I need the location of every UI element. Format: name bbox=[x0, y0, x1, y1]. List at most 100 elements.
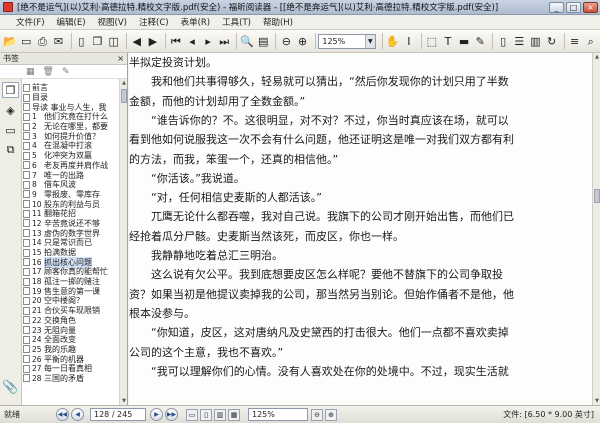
facing-icon[interactable]: ▥ bbox=[528, 33, 542, 50]
last-page-button[interactable]: ▶▶ bbox=[165, 408, 178, 421]
single-page-view-icon[interactable]: ▭ bbox=[186, 408, 198, 421]
zoom-out-icon[interactable]: ⊖ bbox=[279, 33, 293, 50]
attachments-tab[interactable]: ⧉ bbox=[2, 142, 19, 158]
bookmark-page-icon bbox=[23, 103, 30, 112]
zoom-in-icon[interactable]: ⊕ bbox=[295, 33, 309, 50]
menu-form[interactable]: 表单(R) bbox=[181, 16, 211, 28]
scroll-down-icon[interactable]: ▼ bbox=[120, 397, 128, 405]
email-icon[interactable]: ✉ bbox=[51, 33, 65, 50]
rename-bookmark-icon[interactable]: ✎ bbox=[62, 67, 70, 77]
single-page-icon[interactable]: ▯ bbox=[496, 33, 510, 50]
minimize-button[interactable]: _ bbox=[549, 1, 564, 13]
paperclip-icon[interactable]: 📎 bbox=[2, 380, 18, 395]
bookmark-page-icon bbox=[23, 296, 30, 305]
bookmark-page-icon bbox=[23, 141, 30, 150]
document-text-line: 我和他们共事得够久，轻易就可以猜出，“然后你发现你的计划只用了半数 bbox=[151, 75, 509, 89]
chevron-down-icon[interactable]: ▼ bbox=[364, 34, 375, 48]
app-icon bbox=[3, 2, 13, 12]
first-page-button[interactable]: ◀◀ bbox=[56, 408, 69, 421]
layers-tab[interactable]: ▭ bbox=[2, 122, 19, 138]
pages-tab[interactable]: ◈ bbox=[2, 102, 19, 118]
status-zoom-field[interactable]: 125% bbox=[248, 408, 308, 421]
document-text-line: 半拟定投资计划。 bbox=[129, 56, 217, 69]
prev-page-icon[interactable]: ◂ bbox=[185, 33, 199, 50]
bookmark-number: 8 bbox=[32, 180, 37, 190]
last-page-icon[interactable]: ⏭ bbox=[217, 33, 231, 50]
bookmark-number: 20 bbox=[32, 296, 42, 306]
menu-tools[interactable]: 工具(T) bbox=[222, 16, 251, 28]
expand-bookmarks-icon[interactable]: ▦ bbox=[26, 67, 35, 77]
bookmark-number: 11 bbox=[32, 209, 42, 219]
snapshot-icon[interactable]: ⬚ bbox=[425, 33, 439, 50]
close-panel-icon[interactable]: × bbox=[117, 54, 124, 63]
bookmarks-tab[interactable]: ❐ bbox=[2, 82, 19, 98]
toolbar-separator bbox=[164, 33, 166, 49]
bookmark-page-icon bbox=[23, 229, 30, 238]
page-thumbnail-icon[interactable]: ▤ bbox=[256, 33, 270, 50]
continuous-icon[interactable]: ☰ bbox=[512, 33, 526, 50]
toolbar-separator bbox=[381, 33, 383, 49]
bookmark-page-icon bbox=[23, 219, 30, 228]
menu-help[interactable]: 帮助(H) bbox=[263, 16, 293, 28]
blank-page-icon[interactable]: ▯ bbox=[74, 33, 88, 50]
note-icon[interactable]: ✎ bbox=[473, 33, 487, 50]
bookmark-panel: 书签 × ▦ 🗑 ✎ ❐ ◈ ▭ ⧉ 前言 目录 导读 事业与人生，我 1 他们究竟在打… bbox=[0, 53, 128, 405]
convert-icon[interactable]: ◫ bbox=[107, 33, 121, 50]
toolbar-separator bbox=[70, 33, 72, 49]
save-icon[interactable]: ▭ bbox=[19, 33, 33, 50]
status-zoom-in-icon[interactable]: ⊕ bbox=[325, 408, 337, 421]
magnifier-icon[interactable]: 🔍 bbox=[240, 33, 254, 50]
back-arrow-icon[interactable]: ◀ bbox=[130, 33, 144, 50]
doc-scroll-up-icon[interactable]: ▲ bbox=[593, 53, 600, 61]
delete-bookmark-icon[interactable]: 🗑 bbox=[43, 67, 54, 77]
menu-edit[interactable]: 编辑(E) bbox=[57, 16, 86, 28]
document-scrollbar[interactable]: ▲ ▼ bbox=[592, 53, 600, 405]
hand-tool-icon[interactable]: ✋ bbox=[386, 33, 400, 50]
facing-view-icon[interactable]: ▥ bbox=[214, 408, 226, 421]
menu-comment[interactable]: 注释(C) bbox=[139, 16, 169, 28]
zoom-select[interactable]: 125% ▼ bbox=[318, 33, 376, 49]
bookmark-item[interactable]: 28 三国的矛盾 bbox=[23, 374, 119, 384]
reflow-icon[interactable]: ≡ bbox=[568, 33, 582, 50]
document-text-line: “对，任何相信史麦斯的人都活该。” bbox=[151, 191, 322, 205]
continuous-facing-view-icon[interactable]: ▦ bbox=[228, 408, 240, 421]
search-icon[interactable]: ⌕ bbox=[584, 33, 598, 50]
prev-page-button[interactable]: ◀ bbox=[71, 408, 84, 421]
doc-scroll-down-icon[interactable]: ▼ bbox=[593, 397, 600, 405]
close-button[interactable]: × bbox=[583, 1, 598, 13]
next-page-icon[interactable]: ▸ bbox=[201, 33, 215, 50]
menu-file[interactable]: 文件(F) bbox=[16, 16, 45, 28]
bookmark-scrollbar[interactable]: ▲ ▼ bbox=[119, 79, 127, 405]
bookmark-label: 三国的矛盾 bbox=[44, 373, 84, 383]
page-number-field[interactable]: 128 / 245 bbox=[90, 408, 146, 421]
continuous-view-icon[interactable]: ▯ bbox=[200, 408, 212, 421]
bookmark-page-icon bbox=[23, 161, 30, 170]
bookmark-page-icon bbox=[23, 151, 30, 160]
first-page-icon[interactable]: ⏮ bbox=[169, 33, 183, 50]
bookmark-page-icon bbox=[23, 335, 30, 344]
doc-scroll-thumb[interactable] bbox=[594, 189, 600, 203]
bookmark-number: 12 bbox=[32, 218, 42, 228]
scroll-up-icon[interactable]: ▲ bbox=[120, 79, 128, 87]
maximize-button[interactable]: □ bbox=[566, 1, 581, 13]
status-bar: 就绪 ◀◀ ◀ 128 / 245 ▶ ▶▶ ▭ ▯ ▥ ▦ 125% ⊖ ⊕ … bbox=[0, 405, 600, 423]
status-ready: 就绪 bbox=[4, 410, 20, 419]
typewriter-icon[interactable]: T bbox=[441, 33, 455, 50]
open-folder-icon[interactable]: 📂 bbox=[3, 33, 17, 50]
text-select-icon[interactable]: I bbox=[402, 33, 416, 50]
status-zoom-out-icon[interactable]: ⊖ bbox=[311, 408, 323, 421]
toolbar-separator bbox=[275, 33, 277, 49]
bookmark-page-icon bbox=[23, 267, 30, 276]
scroll-thumb[interactable] bbox=[121, 89, 127, 103]
document-text-line: 经抢着瓜分尸骸。史麦斯当然该死，而皮区，你也一样。 bbox=[129, 229, 404, 243]
rotate-icon[interactable]: ↻ bbox=[545, 33, 559, 50]
pages-icon[interactable]: ❐ bbox=[91, 33, 105, 50]
bookmark-number: 26 bbox=[32, 354, 42, 364]
next-page-button[interactable]: ▶ bbox=[150, 408, 163, 421]
highlight-icon[interactable]: ▬ bbox=[457, 33, 471, 50]
menu-view[interactable]: 视图(V) bbox=[98, 16, 127, 28]
forward-arrow-icon[interactable]: ▶ bbox=[146, 33, 160, 50]
print-icon[interactable]: ⎙ bbox=[35, 33, 49, 50]
bookmark-number: 17 bbox=[32, 267, 42, 277]
bookmark-number: 24 bbox=[32, 335, 42, 345]
